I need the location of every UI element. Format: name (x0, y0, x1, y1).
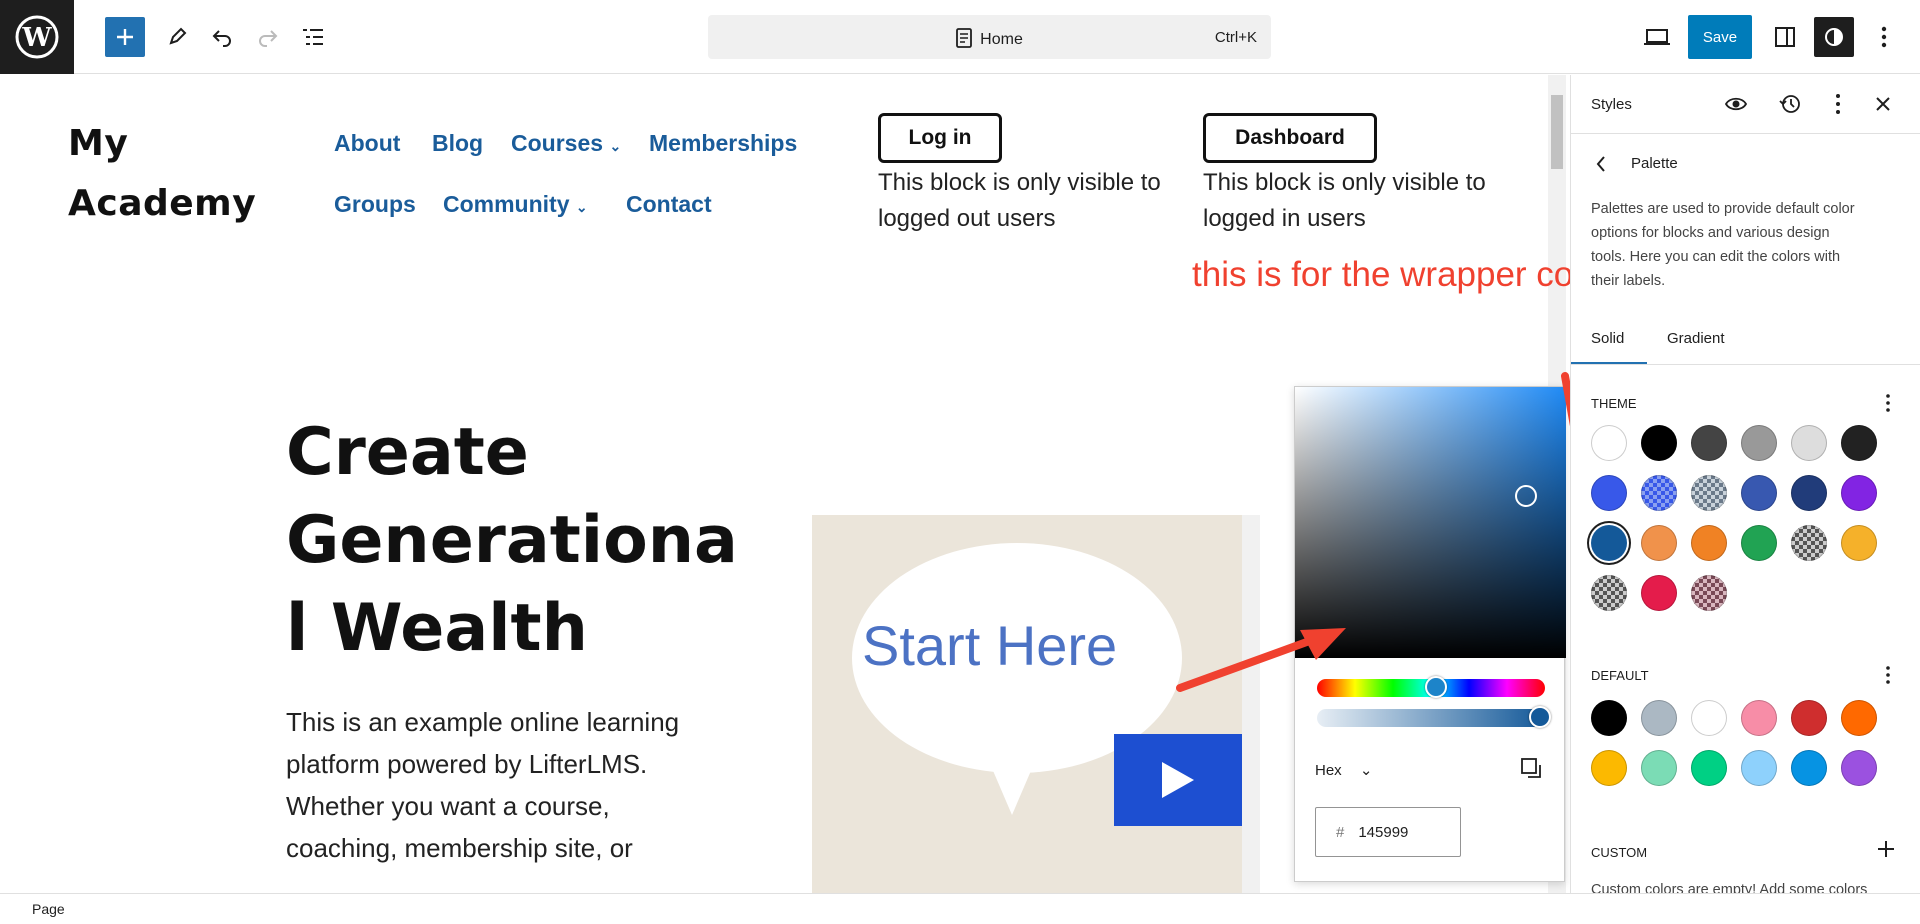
color-swatch[interactable] (1741, 525, 1777, 561)
palette-description: Palettes are used to provide default col… (1591, 197, 1855, 293)
document-title: Home (708, 28, 1271, 49)
color-swatch[interactable] (1691, 700, 1727, 736)
palette-description-line1: Palettes are used to provide default col… (1591, 201, 1855, 217)
color-swatch[interactable] (1691, 525, 1727, 561)
custom-palette-heading: CUSTOM (1591, 845, 1648, 860)
settings-sidebar-toggle-icon[interactable] (1765, 17, 1805, 57)
block-breadcrumb-bar: Page (0, 893, 1920, 924)
color-swatch[interactable] (1691, 425, 1727, 461)
color-swatch[interactable] (1841, 700, 1877, 736)
color-swatch[interactable] (1741, 750, 1777, 786)
color-swatch[interactable] (1841, 525, 1877, 561)
editor-top-bar: W Home Ctrl+K Save (0, 0, 1920, 74)
svg-text:W: W (21, 23, 52, 53)
color-swatch[interactable] (1841, 750, 1877, 786)
revisions-history-icon[interactable] (1779, 93, 1801, 120)
editor-canvas[interactable]: My Academy About Blog Courses ⌄ Membersh… (0, 75, 1570, 893)
block-inserter-button[interactable] (105, 17, 145, 57)
tab-solid[interactable]: Solid (1591, 330, 1624, 347)
more-options-icon[interactable] (1835, 93, 1841, 120)
add-color-icon[interactable] (1877, 840, 1895, 863)
color-swatch[interactable] (1641, 750, 1677, 786)
color-swatch[interactable] (1741, 475, 1777, 511)
color-swatch[interactable] (1691, 750, 1727, 786)
color-swatch[interactable] (1641, 525, 1677, 561)
annotation-arrows (1176, 372, 1570, 692)
color-swatch[interactable] (1841, 475, 1877, 511)
document-overview-icon[interactable] (293, 17, 333, 57)
wordpress-logo-icon[interactable]: W (0, 0, 74, 74)
options-menu-icon[interactable] (1864, 17, 1904, 57)
annotation-arrow-to-picker (1176, 631, 1330, 692)
color-swatch[interactable] (1791, 425, 1827, 461)
color-swatch[interactable] (1791, 475, 1827, 511)
back-chevron-icon[interactable] (1595, 155, 1607, 178)
color-swatch[interactable] (1641, 425, 1677, 461)
color-swatch[interactable] (1791, 525, 1827, 561)
color-swatch[interactable] (1591, 525, 1627, 561)
color-swatch[interactable] (1591, 575, 1627, 611)
color-swatch[interactable] (1691, 575, 1727, 611)
command-palette-bar[interactable]: Home Ctrl+K (708, 15, 1271, 59)
theme-palette-heading: THEME (1591, 396, 1637, 411)
color-swatch[interactable] (1791, 750, 1827, 786)
breadcrumb-page[interactable]: Page (32, 901, 65, 917)
palette-heading: Palette (1631, 155, 1678, 172)
color-swatch[interactable] (1591, 700, 1627, 736)
color-swatch[interactable] (1591, 750, 1627, 786)
palette-description-line3: tools. Here you can edit the colors with (1591, 249, 1841, 265)
styles-toggle-icon[interactable] (1814, 17, 1854, 57)
sidebar-title: Styles (1591, 96, 1632, 113)
color-swatch[interactable] (1591, 475, 1627, 511)
styles-sidebar: Styles Palette Palettes are used to prov… (1570, 75, 1920, 893)
tabs-divider (1571, 364, 1920, 365)
edit-tools-pencil-icon[interactable] (157, 17, 197, 57)
color-swatch[interactable] (1791, 700, 1827, 736)
document-title-text: Home (980, 31, 1023, 48)
palette-description-line4: their labels. (1591, 273, 1666, 289)
eye-icon[interactable] (1724, 93, 1748, 120)
color-swatch[interactable] (1641, 475, 1677, 511)
default-palette-heading: DEFAULT (1591, 668, 1649, 683)
palette-description-line2: options for blocks and various design (1591, 225, 1830, 241)
color-swatch[interactable] (1841, 425, 1877, 461)
page-icon (956, 28, 973, 48)
command-shortcut: Ctrl+K (1214, 29, 1257, 46)
redo-icon[interactable] (248, 17, 288, 57)
color-swatch[interactable] (1641, 575, 1677, 611)
color-swatch[interactable] (1691, 475, 1727, 511)
color-swatch[interactable] (1741, 700, 1777, 736)
color-swatch[interactable] (1641, 700, 1677, 736)
undo-icon[interactable] (202, 17, 242, 57)
default-options-icon[interactable] (1885, 665, 1891, 690)
save-button[interactable]: Save (1688, 15, 1752, 59)
color-swatch[interactable] (1741, 425, 1777, 461)
theme-options-icon[interactable] (1885, 393, 1891, 418)
custom-empty-note: Custom colors are empty! Add some colors (1591, 882, 1868, 893)
close-icon[interactable] (1874, 95, 1892, 118)
color-swatch[interactable] (1591, 425, 1627, 461)
tab-gradient[interactable]: Gradient (1667, 330, 1725, 347)
sidebar-divider (1571, 133, 1920, 134)
preview-device-icon[interactable] (1637, 17, 1677, 57)
